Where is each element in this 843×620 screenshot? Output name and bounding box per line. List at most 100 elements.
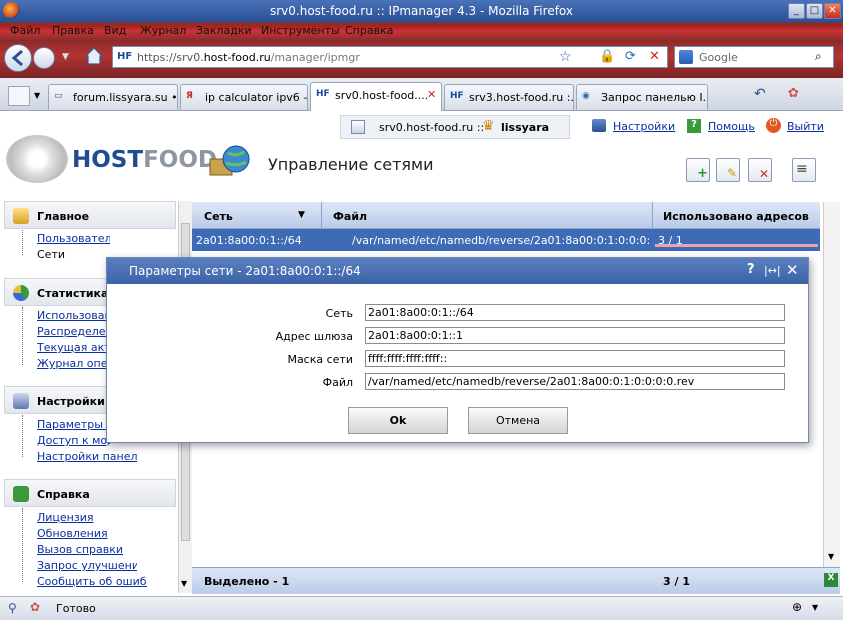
menu-view[interactable]: Вид	[104, 24, 126, 37]
tab-icon: ▭	[54, 91, 63, 101]
browser-icon: ◉	[582, 91, 590, 101]
help-icon[interactable]: ?	[687, 119, 701, 133]
sidebar-item-panel-settings[interactable]: Настройки панели	[37, 450, 137, 463]
netmask-input[interactable]: ffff:ffff:ffff:ffff::	[365, 350, 785, 367]
menu-file[interactable]: Файл	[10, 24, 40, 37]
cell-network: 2a01:8a00:0:1::/64	[196, 234, 302, 247]
reload-icon[interactable]: ⟳	[625, 49, 636, 64]
sidebar-item-networks[interactable]: Сети	[37, 248, 110, 261]
sidebar-item-updates[interactable]: Обновления	[37, 527, 110, 540]
addon-icon[interactable]: ✿	[788, 86, 799, 101]
tab-list-dropdown-icon[interactable]: ▼	[34, 91, 40, 100]
window-titlebar: srv0.host-food.ru :: IPmanager 4.3 - Moz…	[0, 0, 843, 22]
column-header-network[interactable]: Сеть	[204, 210, 233, 223]
add-network-icon[interactable]: +	[686, 158, 710, 182]
menu-help[interactable]: Справка	[345, 24, 393, 37]
url-bar[interactable]: HF https://srv0.host-food.ru/manager/ipm…	[112, 46, 668, 68]
minimize-icon[interactable]: _	[788, 3, 805, 19]
ok-button[interactable]: Ok	[348, 407, 448, 434]
sidebar-item-module-access[interactable]: Доступ к модулю	[37, 434, 110, 447]
user-info-bar: srv0.host-food.ru :: ♛ lissyara	[340, 115, 570, 139]
sidebar-section-main[interactable]: Главное	[4, 201, 176, 229]
column-header-file[interactable]: Файл	[333, 210, 367, 223]
menu-history[interactable]: Журнал	[140, 24, 186, 37]
back-icon[interactable]	[4, 44, 32, 72]
tab-srv3[interactable]: HF srv3.host-food.ru :...	[444, 84, 574, 110]
network-input[interactable]: 2a01:8a00:0:1::/64	[365, 304, 785, 321]
status-text: Готово	[56, 602, 96, 615]
help-link[interactable]: Помощь	[708, 120, 755, 133]
settings-icon[interactable]	[592, 119, 606, 132]
table-scroll-down-icon[interactable]: ▼	[828, 552, 834, 561]
sidebar-item-distribution[interactable]: Распределение	[37, 325, 110, 338]
dialog-title: Параметры сети - 2a01:8a00:0:1::/64	[129, 264, 361, 278]
label-gateway: Адрес шлюза	[275, 330, 353, 343]
security-lock-icon[interactable]: 🔒	[599, 49, 615, 64]
bookmark-star-icon[interactable]: ☆	[559, 49, 572, 65]
zoom-dropdown-icon[interactable]: ▼	[812, 603, 818, 612]
settings-link[interactable]: Настройки	[613, 120, 675, 133]
sort-desc-icon[interactable]: ▼	[298, 210, 305, 220]
sidebar-item-ip-params[interactable]: Параметры IP	[37, 418, 110, 431]
dialog-close-icon[interactable]: ✕	[786, 261, 799, 279]
undo-close-tab-icon[interactable]: ↶	[754, 86, 766, 102]
gateway-input[interactable]: 2a01:8a00:0:1::1	[365, 327, 785, 344]
dialog-titlebar[interactable]: Параметры сети - 2a01:8a00:0:1::/64 ? |↔…	[107, 258, 808, 284]
status-zoom-icon[interactable]: ⚲	[8, 601, 17, 615]
search-placeholder: Google	[699, 51, 738, 64]
sidebar-item-feature-request[interactable]: Запрос улучшений	[37, 559, 137, 572]
sidebar-section-help[interactable]: Справка	[4, 479, 176, 507]
status-bar: ⚲ ✿ Готово ⊕ ▼	[0, 596, 843, 620]
sidebar-item-usage[interactable]: Использование	[37, 309, 110, 322]
home-icon[interactable]	[83, 45, 105, 67]
list-addresses-icon[interactable]: ≡	[792, 158, 816, 182]
menu-bookmarks[interactable]: Закладки	[196, 24, 252, 37]
dialog-help-icon[interactable]: ?	[747, 262, 755, 277]
sidebar-item-report-bug[interactable]: Сообщить об ошибке	[37, 575, 147, 588]
settings-section-icon	[13, 393, 29, 409]
search-box[interactable]: Google ⌕	[674, 46, 834, 68]
menu-tools[interactable]: Инструменты	[261, 24, 340, 37]
site-favicon: HF	[117, 51, 133, 62]
maximize-icon[interactable]: □	[806, 3, 823, 19]
file-input[interactable]: /var/named/etc/namedb/reverse/2a01:8a00:…	[365, 373, 785, 390]
zoom-icon[interactable]: ⊕	[792, 600, 802, 614]
table-row[interactable]: 2a01:8a00:0:1::/64 /var/named/etc/namedb…	[192, 229, 820, 251]
dialog-maximize-icon[interactable]: |↔|	[764, 264, 781, 277]
delete-network-icon[interactable]: ✕	[748, 158, 772, 182]
username: lissyara	[501, 121, 550, 134]
logout-link[interactable]: Выйти	[787, 120, 824, 133]
menu-edit[interactable]: Правка	[52, 24, 94, 37]
sidebar-item-operations-log[interactable]: Журнал операций	[37, 357, 110, 370]
stop-icon[interactable]: ✕	[649, 49, 660, 64]
tab-request[interactable]: ◉ Запрос панелью I...	[576, 84, 708, 110]
tab-ip-calculator[interactable]: Яip calculator ipv6 —...	[180, 84, 308, 110]
export-excel-icon[interactable]: X	[824, 573, 838, 587]
cancel-button[interactable]: Отмена	[468, 407, 568, 434]
scroll-down-icon[interactable]: ▼	[181, 579, 187, 588]
menu-bar: Файл Правка Вид Журнал Закладки Инструме…	[0, 22, 843, 40]
close-window-icon[interactable]: ✕	[824, 3, 841, 19]
label-netmask: Маска сети	[287, 353, 353, 366]
sidebar-item-users[interactable]: Пользователи	[37, 232, 110, 245]
tab-close-icon[interactable]: ✕	[427, 88, 436, 101]
column-header-used[interactable]: Использовано адресов	[663, 210, 809, 223]
network-globe-icon	[208, 143, 252, 183]
tab-srv0[interactable]: HF srv0.host-food.... ✕	[310, 82, 442, 111]
help-section-icon	[13, 486, 29, 502]
logout-icon[interactable]: ⏻	[766, 118, 781, 133]
table-scrollbar[interactable]: ▼	[823, 202, 840, 567]
hostfood-logo: HOSTFOOD	[72, 147, 217, 173]
sidebar-item-call-help[interactable]: Вызов справки	[37, 543, 137, 556]
edit-network-icon[interactable]: ✎	[716, 158, 740, 182]
sidebar-item-current-activity[interactable]: Текущая активность	[37, 341, 110, 354]
status-addon-icon[interactable]: ✿	[30, 600, 40, 614]
tab-grid-icon[interactable]	[8, 86, 30, 106]
tab-forum[interactable]: ▭ forum.lissyara.su •	[48, 84, 178, 110]
history-dropdown-icon[interactable]: ▼	[62, 52, 69, 62]
sidebar-item-license[interactable]: Лицензия	[37, 511, 110, 524]
forward-icon[interactable]	[33, 47, 55, 69]
google-icon	[679, 50, 693, 64]
page-title: Управление сетями	[268, 155, 434, 174]
search-icon[interactable]: ⌕	[815, 49, 822, 64]
